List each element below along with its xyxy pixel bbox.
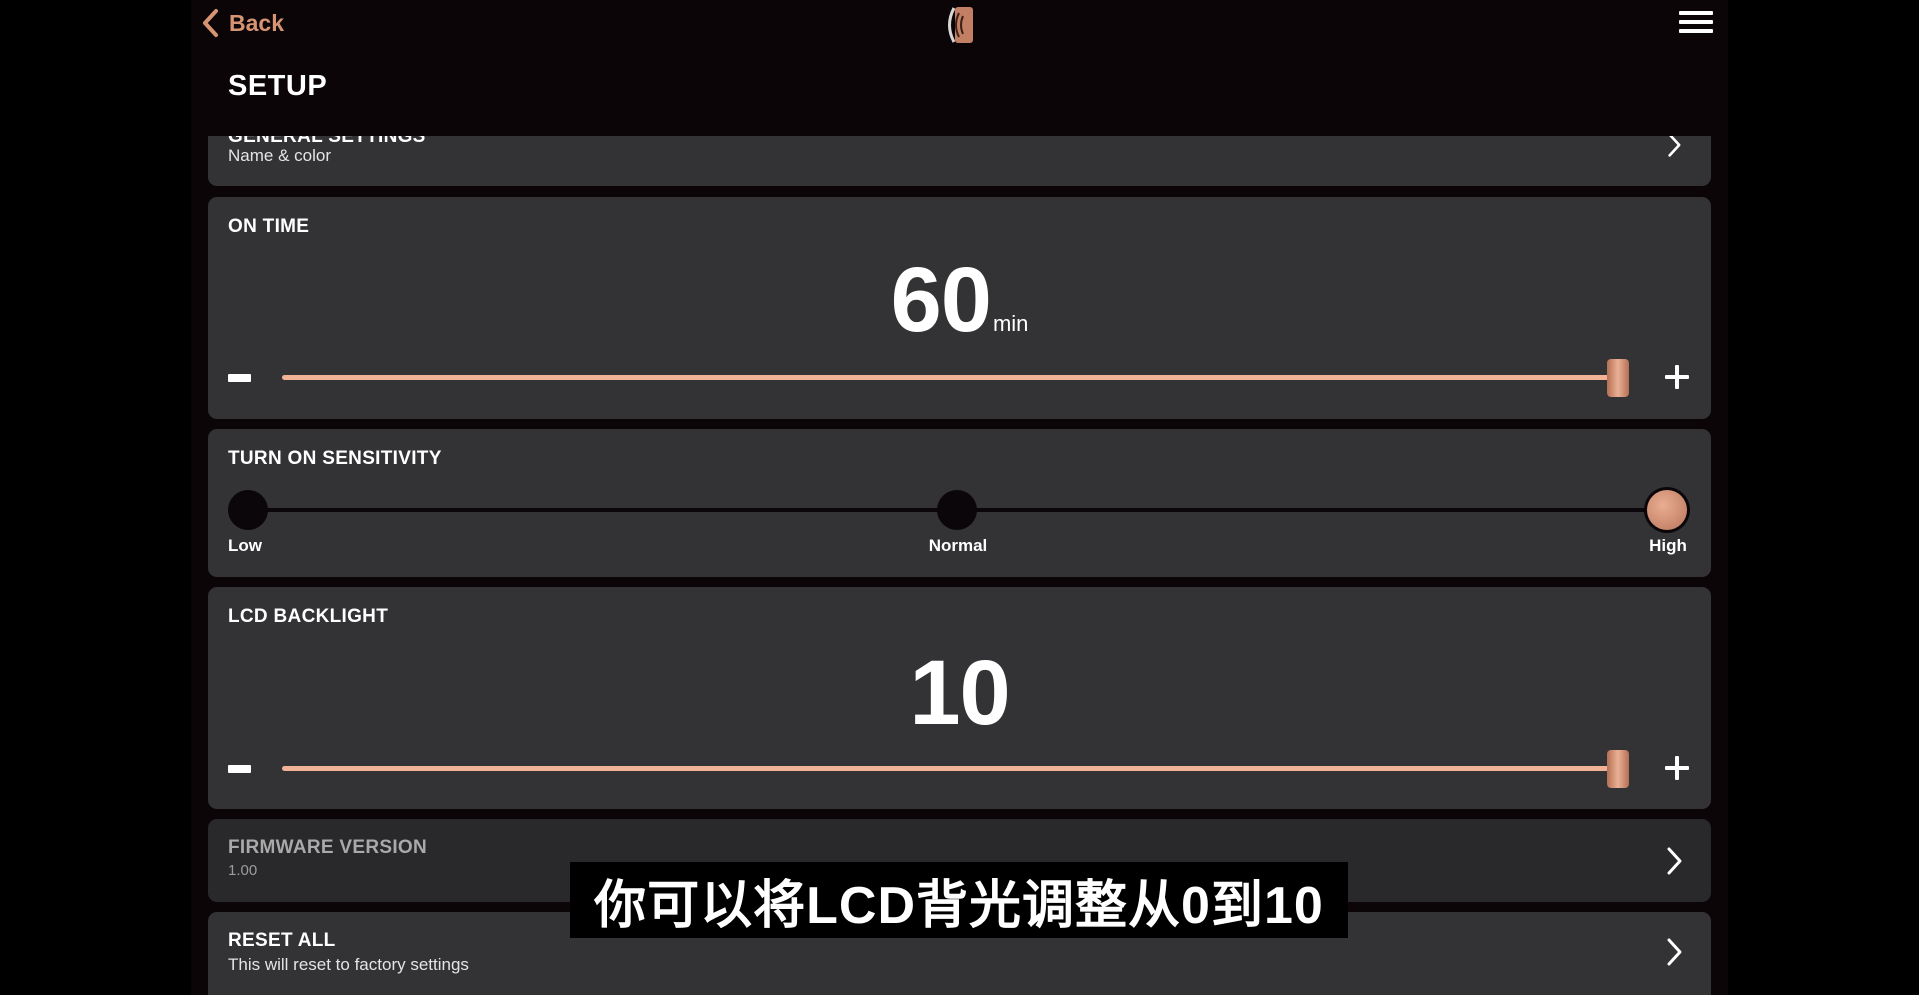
sensitivity-title: TURN ON SENSITIVITY — [228, 448, 442, 469]
page-title: SETUP — [228, 70, 328, 102]
on-time-slider-track[interactable] — [282, 375, 1629, 380]
on-time-card: ON TIME 60min — [208, 197, 1711, 419]
back-button[interactable]: Back — [201, 8, 284, 38]
backlight-value: 10 — [909, 642, 1010, 744]
chevron-right-icon — [1667, 938, 1682, 966]
on-time-value: 60min — [208, 254, 1711, 346]
chevron-left-icon — [203, 9, 218, 37]
header: Back SETUP — [191, 0, 1728, 136]
firmware-title: FIRMWARE VERSION — [228, 837, 428, 858]
on-time-unit: min — [992, 311, 1029, 336]
chevron-right-icon — [1667, 847, 1682, 875]
sensitivity-card: TURN ON SENSITIVITY Low Normal High — [208, 429, 1711, 577]
sensitivity-label-normal: Normal — [928, 536, 988, 555]
video-caption: 你可以将LCD背光调整从0到10 — [570, 862, 1348, 938]
sensitivity-label-low: Low — [228, 536, 262, 555]
on-time-slider-thumb[interactable] — [1607, 359, 1629, 397]
on-time-decrease-button[interactable] — [228, 374, 251, 382]
app-window: Back SETUP GENERAL SETTINGS Name & color… — [191, 0, 1728, 995]
backlight-decrease-button[interactable] — [228, 765, 251, 773]
on-time-increase-button[interactable] — [1665, 365, 1689, 389]
sensitivity-option-normal[interactable] — [937, 490, 977, 530]
backlight-increase-button[interactable] — [1665, 756, 1689, 780]
sensitivity-option-high[interactable] — [1647, 490, 1687, 530]
brand-logo-icon — [948, 7, 973, 43]
backlight-title: LCD BACKLIGHT — [228, 606, 389, 627]
sensitivity-option-low[interactable] — [228, 490, 268, 530]
general-settings-subtitle: Name & color — [228, 146, 331, 165]
backlight-slider-thumb[interactable] — [1607, 750, 1629, 788]
hamburger-menu-icon[interactable] — [1679, 11, 1713, 35]
on-time-title: ON TIME — [228, 216, 310, 237]
backlight-slider-track[interactable] — [282, 766, 1629, 771]
reset-all-title: RESET ALL — [228, 930, 336, 951]
sensitivity-label-high: High — [1649, 536, 1687, 555]
back-label: Back — [229, 9, 284, 36]
firmware-version: 1.00 — [228, 862, 258, 879]
backlight-card: LCD BACKLIGHT 10 — [208, 587, 1711, 809]
on-time-number: 60 — [890, 249, 992, 351]
reset-all-subtitle: This will reset to factory settings — [228, 955, 469, 974]
